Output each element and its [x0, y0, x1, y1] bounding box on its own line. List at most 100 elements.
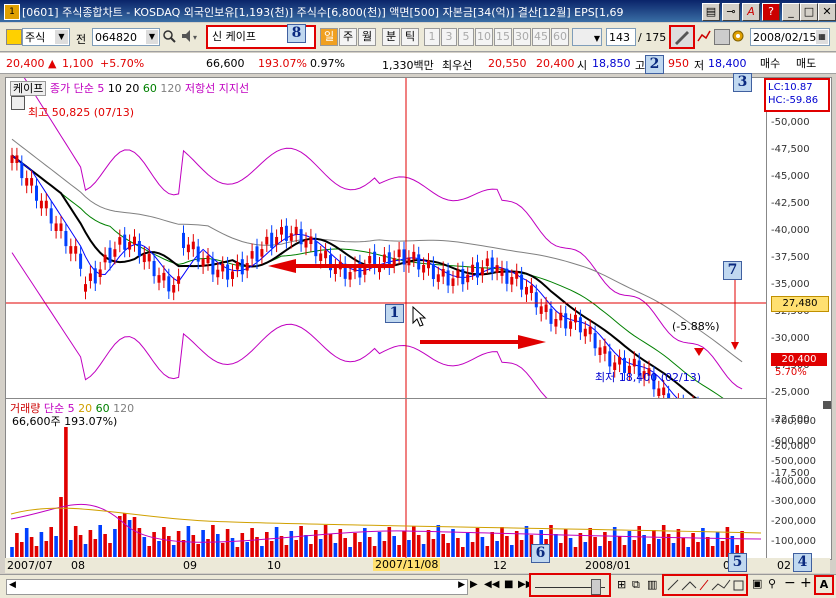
custom-minute-select[interactable]: ▼ [572, 28, 602, 46]
camera-icon[interactable]: ▣ [752, 577, 762, 590]
print-icon[interactable]: ▤ [702, 3, 720, 21]
candle-body [152, 261, 156, 277]
pencil-icon[interactable] [6, 29, 22, 45]
help-icon[interactable]: ? [762, 3, 780, 21]
scroll-left-icon[interactable]: ◀ [9, 580, 16, 590]
zoom-slider[interactable] [529, 573, 611, 597]
zoom-out-icon[interactable]: − [784, 575, 796, 591]
legend-stock-name[interactable]: 케이프 [10, 81, 47, 96]
candle-body [485, 258, 489, 267]
play-icon[interactable]: ▶ [470, 579, 478, 590]
volume-bar [294, 540, 298, 557]
volume-bar [568, 538, 573, 557]
stop-icon[interactable]: ■ [504, 579, 513, 590]
callout-4: 4 [793, 553, 812, 572]
candle-body [471, 264, 475, 273]
zoom-tool-button[interactable] [669, 25, 695, 49]
volume-chart[interactable] [6, 399, 766, 559]
a-icon[interactable]: A [742, 3, 760, 21]
volume-bar [583, 542, 588, 557]
period-day-button[interactable]: 일 [320, 28, 338, 46]
candle-body [186, 244, 190, 253]
volume-bar [98, 525, 102, 557]
candle-body [250, 251, 254, 259]
minute-5-button[interactable]: 5 [458, 28, 474, 46]
market-select[interactable]: 주식 ▼ [22, 28, 70, 46]
volume-bar [377, 532, 382, 557]
date-input[interactable]: 2008/02/15 ▦ [750, 28, 830, 46]
period-tick-button[interactable]: 틱 [401, 28, 419, 46]
volume-bar [495, 541, 499, 557]
auto-scale-button[interactable]: A [814, 575, 834, 595]
magnify-icon[interactable]: ⚲ [768, 577, 776, 590]
buy-button[interactable]: 매수 [760, 55, 780, 71]
zoom-in-icon[interactable]: + [800, 575, 812, 591]
volume-bar [93, 539, 98, 557]
close-icon[interactable]: ✕ [818, 3, 836, 21]
minute-3-button[interactable]: 3 [441, 28, 457, 46]
save-icon[interactable] [714, 29, 730, 45]
candle-body [309, 236, 313, 245]
volume-tick-label: -400,000 [771, 476, 816, 487]
candle-body [456, 270, 460, 278]
candle-body [113, 249, 117, 257]
minute-15-button[interactable]: 15 [494, 28, 512, 46]
candle-body [632, 358, 636, 367]
volume-bar [29, 537, 34, 557]
grid-icon[interactable] [11, 96, 25, 110]
sell-button[interactable]: 매도 [796, 55, 816, 71]
candle-body [162, 272, 166, 281]
code-input[interactable]: 064820 ▼ [92, 28, 160, 46]
candle-body [529, 285, 533, 294]
volume-bar [260, 546, 264, 557]
gear-icon[interactable] [731, 29, 745, 43]
volume-chart-panel[interactable] [5, 398, 767, 560]
period-minute-button[interactable]: 분 [382, 28, 400, 46]
period-week-button[interactable]: 주 [339, 28, 357, 46]
legend-support: 지지선 [218, 82, 250, 95]
panel-toggle-icon[interactable] [823, 401, 831, 409]
period-month-button[interactable]: 월 [358, 28, 376, 46]
quote-bar: 20,400 ▲ 1,100 +5.70% 66,600 193.07% 0.9… [0, 53, 836, 74]
price-chart-panel[interactable] [5, 57, 767, 536]
minute-10-button[interactable]: 10 [475, 28, 493, 46]
layout-icon-2[interactable]: ⧉ [632, 578, 640, 592]
minute-30-button[interactable]: 30 [513, 28, 531, 46]
search-icon[interactable] [162, 29, 176, 43]
volume-bar [392, 536, 396, 557]
candle-body [137, 240, 141, 257]
line-chart-icon[interactable] [697, 29, 711, 43]
volume-bar [201, 530, 205, 557]
price-chart[interactable] [6, 57, 766, 536]
scroll-right-icon[interactable]: ▶ [458, 580, 465, 590]
ma60-line [11, 138, 743, 363]
layout-icon-3[interactable]: ▥ [647, 578, 657, 591]
minute-1-button[interactable]: 1 [424, 28, 440, 46]
candle-body [235, 262, 239, 270]
minimize-icon[interactable]: _ [782, 3, 800, 21]
candle-body [15, 155, 19, 163]
horizontal-scrollbar[interactable]: ◀ ▶ [6, 579, 468, 595]
candle-body [431, 263, 435, 280]
volume-bar [64, 427, 68, 557]
minute-45-button[interactable]: 45 [532, 28, 550, 46]
candle-body [294, 226, 298, 235]
count-input[interactable]: 143 [606, 28, 636, 46]
volume-bar [265, 532, 269, 557]
volume-bar [456, 538, 460, 557]
rewind-icon[interactable]: ◀◀ [484, 579, 499, 590]
speaker-icon[interactable]: ▾ [180, 29, 202, 43]
candle-body [157, 275, 161, 283]
drawing-tools-group[interactable] [662, 574, 748, 596]
zoom-slider-handle[interactable] [591, 579, 601, 595]
volume-bar [617, 536, 622, 557]
maximize-icon[interactable]: □ [800, 3, 818, 21]
volume-bar [167, 536, 171, 557]
volume-tick-label: -100,000 [771, 536, 816, 547]
volume-bar [426, 530, 431, 557]
candle-body [412, 251, 416, 260]
pin-icon[interactable]: ⊸ [722, 3, 740, 21]
layout-icon-1[interactable]: ⊞ [617, 578, 626, 591]
minute-60-button[interactable]: 60 [551, 28, 569, 46]
volume-bar [24, 528, 29, 557]
